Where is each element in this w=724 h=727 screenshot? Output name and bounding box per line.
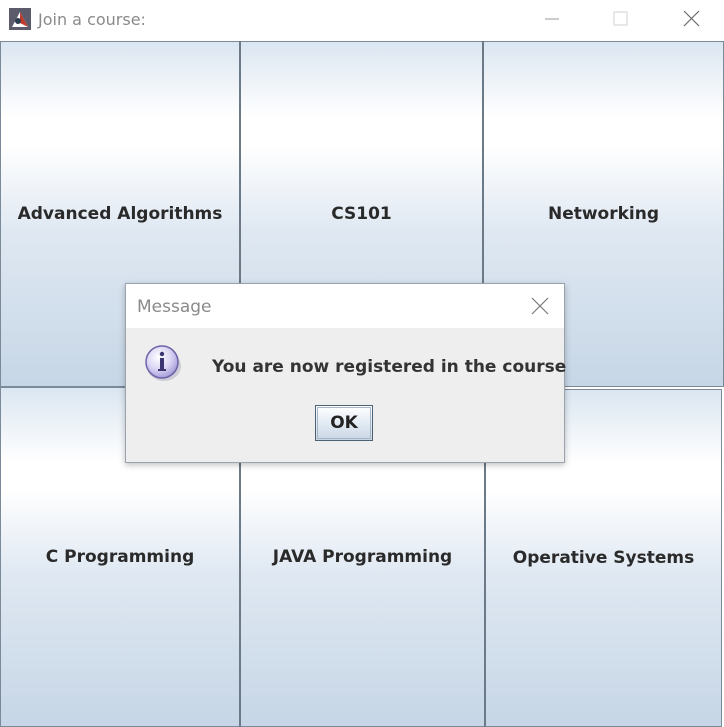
close-icon[interactable]	[526, 292, 554, 320]
ok-button-label: OK	[330, 413, 358, 433]
course-label: CS101	[331, 204, 392, 224]
course-label: Networking	[547, 204, 660, 224]
ok-button[interactable]: OK	[315, 405, 373, 441]
course-label: JAVA Programming	[272, 547, 453, 567]
dialog-title: Message	[137, 297, 212, 317]
message-dialog: Message You are now registered in the co…	[125, 283, 567, 463]
course-label: C Programming	[45, 547, 195, 567]
window-title: Join a course:	[38, 10, 146, 29]
dialog-title-bar: Message	[126, 284, 564, 328]
minimize-icon[interactable]	[529, 0, 575, 38]
java-app-icon	[9, 8, 31, 30]
course-label: Operative Systems	[512, 548, 695, 568]
course-label: Advanced Algorithms	[17, 204, 223, 224]
info-icon	[145, 345, 181, 381]
close-icon[interactable]	[668, 0, 714, 38]
dialog-message: You are now registered in the course	[212, 357, 567, 377]
window-title-bar: Join a course:	[0, 0, 724, 41]
maximize-icon[interactable]	[597, 0, 643, 38]
